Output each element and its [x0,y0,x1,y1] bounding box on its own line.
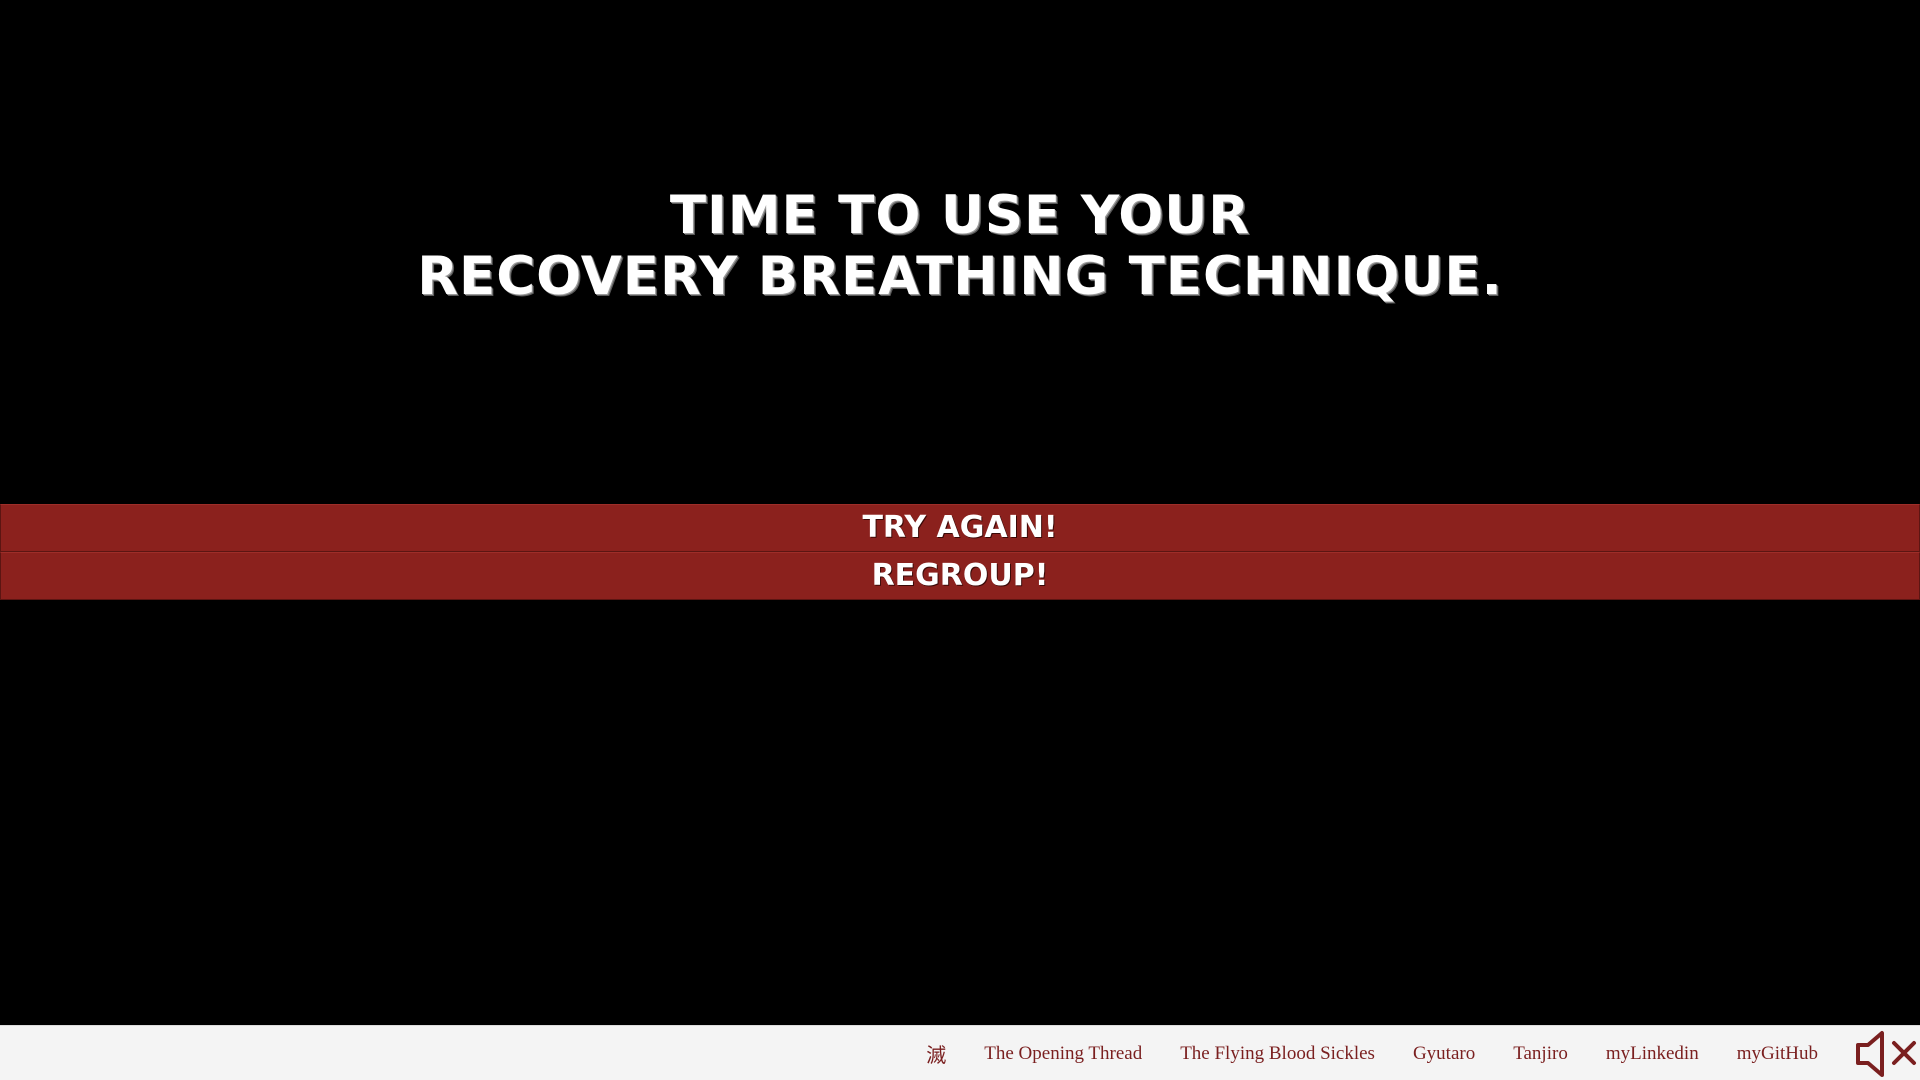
try-again-button[interactable]: TRY AGAIN! [0,504,1920,552]
game-message-line-1: TIME TO USE YOUR [669,185,1251,246]
nav-tanjiro-link[interactable]: Tanjiro [1513,1043,1568,1065]
choice-buttons: TRY AGAIN! REGROUP! [0,504,1920,600]
nav-linkedin-link[interactable]: myLinkedin [1606,1043,1699,1065]
nav-home-kanji-link[interactable]: 滅 [926,1039,946,1068]
nav-flying-blood-sickles-link[interactable]: The Flying Blood Sickles [1180,1043,1375,1065]
speaker-muted-icon[interactable] [1854,1028,1920,1080]
nav-github-link[interactable]: myGitHub [1737,1043,1818,1065]
game-message: TIME TO USE YOUR RECOVERY BREATHING TECH… [0,185,1920,307]
footer-nav: 滅 The Opening Thread The Flying Blood Si… [926,1026,1818,1080]
game-message-line-2: RECOVERY BREATHING TECHNIQUE. [417,246,1503,307]
regroup-button[interactable]: REGROUP! [0,552,1920,600]
nav-opening-thread-link[interactable]: The Opening Thread [984,1043,1142,1065]
nav-gyutaro-link[interactable]: Gyutaro [1413,1043,1475,1065]
footer-bar: 滅 The Opening Thread The Flying Blood Si… [0,1025,1920,1080]
